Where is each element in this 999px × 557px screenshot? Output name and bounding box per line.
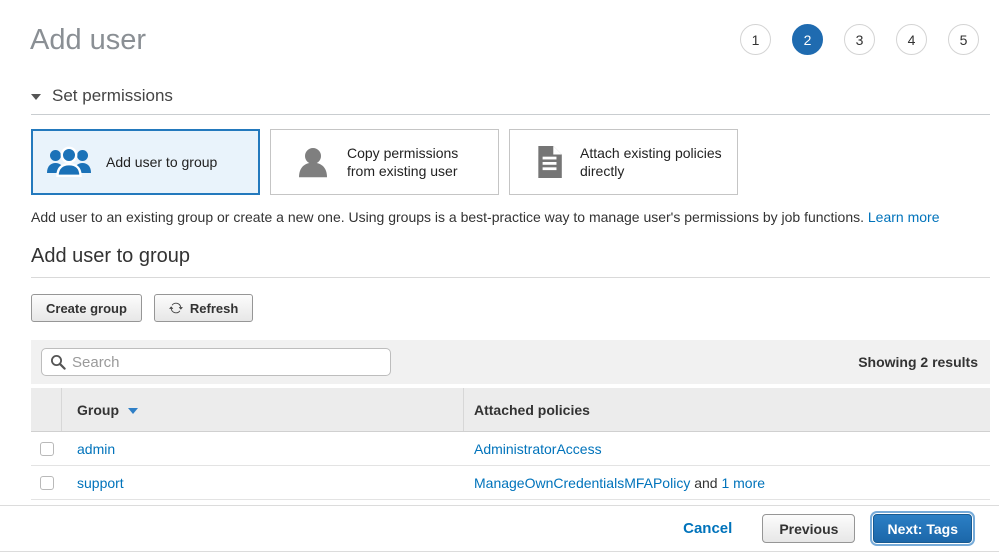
policy-document-icon (536, 146, 562, 178)
create-group-label: Create group (46, 301, 127, 316)
search-box (41, 348, 391, 376)
column-header-attached-policies: Attached policies (464, 388, 990, 431)
table-header-row: Group Attached policies (31, 388, 990, 432)
table-row[interactable]: support ManageOwnCredentialsMFAPolicy an… (31, 466, 990, 500)
description-text: Add user to an existing group or create … (31, 209, 864, 225)
set-permissions-section-header[interactable]: Set permissions (31, 86, 990, 115)
create-group-button[interactable]: Create group (31, 294, 142, 322)
option-label: Copy permissions from existing user (347, 144, 498, 180)
row-checkbox[interactable] (40, 476, 54, 490)
step-circle-4[interactable]: 4 (896, 24, 927, 55)
policy-link[interactable]: AdministratorAccess (474, 441, 602, 457)
page-title: Add user (30, 20, 146, 60)
row-checkbox-cell (31, 432, 62, 465)
step-circle-5[interactable]: 5 (948, 24, 979, 55)
wizard-header: Add user 1 2 3 4 5 (31, 0, 990, 60)
group-section-title: Add user to group (31, 243, 990, 269)
option-card-attach-policies[interactable]: Attach existing policies directly (509, 129, 738, 195)
option-card-add-user-to-group[interactable]: Add user to group (31, 129, 260, 195)
refresh-icon (169, 301, 183, 315)
sort-descending-icon (128, 408, 138, 414)
cancel-link[interactable]: Cancel (683, 520, 732, 537)
column-header-group[interactable]: Group (62, 388, 464, 431)
results-count: Showing 2 results (858, 354, 978, 370)
next-tags-button[interactable]: Next: Tags (873, 514, 972, 543)
row-checkbox-cell (31, 466, 62, 499)
previous-label: Previous (779, 521, 838, 537)
step-circle-1[interactable]: 1 (740, 24, 771, 55)
permission-option-cards: Add user to group Copy permissions from … (31, 129, 990, 195)
set-permissions-heading: Set permissions (52, 86, 173, 106)
table-actions: Create group Refresh (31, 294, 990, 322)
attached-policies-cell: AdministratorAccess (464, 432, 990, 465)
policy-link[interactable]: ManageOwnCredentialsMFAPolicy (474, 475, 690, 491)
previous-button[interactable]: Previous (762, 514, 855, 543)
table-toolbar: Showing 2 results (31, 340, 990, 384)
groups-table: Showing 2 results Group Attached policie… (31, 340, 990, 500)
table-row[interactable]: admin AdministratorAccess (31, 432, 990, 466)
learn-more-link[interactable]: Learn more (868, 209, 940, 225)
search-input[interactable] (41, 348, 391, 376)
step-circle-3[interactable]: 3 (844, 24, 875, 55)
attached-policies-cell: ManageOwnCredentialsMFAPolicy and 1 more (464, 466, 990, 499)
option-card-copy-permissions[interactable]: Copy permissions from existing user (270, 129, 499, 195)
and-text: and (690, 475, 721, 491)
option-label: Attach existing policies directly (580, 144, 737, 180)
more-policies-link[interactable]: 1 more (721, 475, 765, 491)
permissions-description: Add user to an existing group or create … (31, 209, 990, 225)
header-checkbox-cell (31, 388, 62, 431)
wizard-footer: Cancel Previous Next: Tags (0, 505, 999, 552)
add-user-wizard: Add user 1 2 3 4 5 Set permissions (31, 0, 990, 500)
step-circle-2[interactable]: 2 (792, 24, 823, 55)
group-link[interactable]: support (77, 475, 124, 491)
group-column-label: Group (77, 402, 119, 418)
users-group-icon (46, 146, 92, 178)
step-indicator: 1 2 3 4 5 (740, 24, 990, 55)
user-icon (297, 146, 329, 178)
group-link[interactable]: admin (77, 441, 115, 457)
refresh-button[interactable]: Refresh (154, 294, 253, 322)
search-icon (50, 354, 66, 370)
group-cell: admin (62, 432, 464, 465)
refresh-label: Refresh (190, 301, 238, 316)
row-checkbox[interactable] (40, 442, 54, 456)
section-divider (31, 277, 990, 278)
option-label: Add user to group (106, 153, 225, 171)
chevron-down-icon (31, 94, 41, 100)
attached-policies-column-label: Attached policies (474, 402, 590, 418)
next-tags-label: Next: Tags (887, 521, 958, 537)
group-cell: support (62, 466, 464, 499)
